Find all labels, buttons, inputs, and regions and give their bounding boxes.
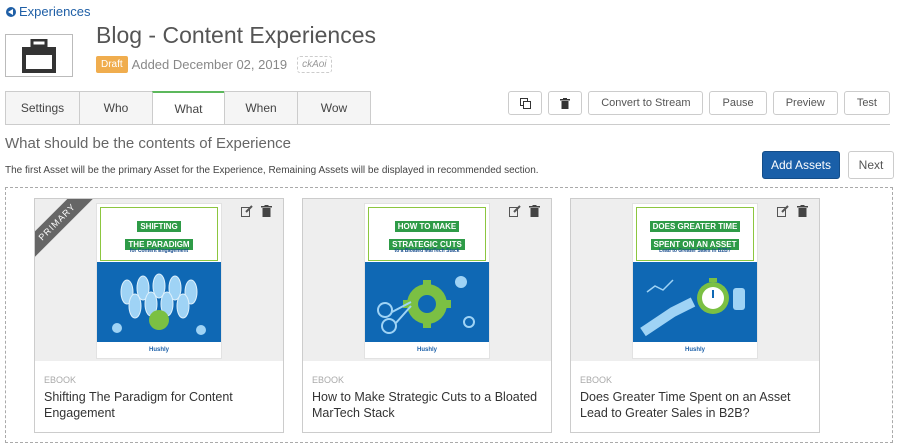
cover-title-line: HOW TO MAKE: [394, 221, 460, 232]
tab-what[interactable]: What: [152, 91, 224, 125]
asset-thumbnail: DOES GREATER TIME SPENT ON AN ASSET Lead…: [571, 199, 819, 361]
cover-title: SHIFTING THE PARADIGM: [97, 216, 221, 252]
asset-thumbnail: PRIMARY SHIFTING THE PARADIGM for Conten…: [35, 199, 283, 361]
preview-button[interactable]: Preview: [772, 91, 838, 115]
asset-title: Shifting The Paradigm for Content Engage…: [44, 390, 233, 420]
ebook-cover: HOW TO MAKE STRATEGIC CUTS to a Bloated …: [364, 203, 490, 359]
asset-card[interactable]: HOW TO MAKE STRATEGIC CUTS to a Bloated …: [302, 198, 552, 433]
status-badge: Draft: [96, 56, 128, 73]
cover-title: HOW TO MAKE STRATEGIC CUTS: [365, 216, 489, 252]
primary-ribbon: PRIMARY: [35, 199, 99, 264]
tab-who[interactable]: Who: [79, 91, 152, 125]
edit-icon[interactable]: [509, 205, 521, 217]
copy-button[interactable]: [508, 91, 543, 115]
card-actions: [777, 205, 809, 217]
bowling-pins-illustration: [112, 273, 206, 335]
cover-logo: Hushly: [684, 347, 705, 353]
asset-thumbnail: HOW TO MAKE STRATEGIC CUTS to a Bloated …: [303, 199, 551, 361]
tab-settings[interactable]: Settings: [5, 91, 79, 125]
added-date: Added December 02, 2019: [131, 57, 288, 72]
back-link-label: Experiences: [19, 4, 91, 19]
section-title: What should be the contents of Experienc…: [5, 135, 292, 152]
cover-subtitle: to a Bloated MarTech Stack: [394, 248, 460, 254]
cover-artwork: [633, 262, 757, 342]
asset-type: EBOOK: [312, 375, 345, 385]
cover-logo: Hushly: [148, 347, 169, 353]
trash-icon[interactable]: [529, 205, 541, 217]
asset-card[interactable]: PRIMARY SHIFTING THE PARADIGM for Conten…: [34, 198, 284, 433]
cover-title-line: SHIFTING: [137, 221, 181, 232]
tab-when[interactable]: When: [224, 91, 297, 125]
briefcase-icon: [22, 38, 56, 73]
convert-to-stream-button[interactable]: Convert to Stream: [588, 91, 704, 115]
edit-icon[interactable]: [241, 205, 253, 217]
pause-button[interactable]: Pause: [709, 91, 767, 115]
copy-icon: [519, 97, 531, 109]
stopwatch-hand-illustration: [640, 278, 745, 337]
test-button[interactable]: Test: [843, 91, 890, 115]
card-actions: [509, 205, 541, 217]
asset-title: Does Greater Time Spent on an Asset Lead…: [580, 390, 791, 420]
asset-type: EBOOK: [44, 375, 77, 385]
cover-subtitle: Lead to Greater Sales in B2B?: [659, 248, 731, 254]
back-to-experiences-link[interactable]: Experiences: [6, 4, 91, 19]
asset-card[interactable]: DOES GREATER TIME SPENT ON AN ASSET Lead…: [570, 198, 820, 433]
tab-wow[interactable]: Wow: [297, 91, 371, 125]
experience-thumbnail: [5, 34, 73, 77]
cover-title: DOES GREATER TIME SPENT ON AN ASSET: [633, 216, 757, 252]
cover-title-line: DOES GREATER TIME: [649, 221, 741, 232]
ebook-cover: SHIFTING THE PARADIGM for Content Engage…: [96, 203, 222, 359]
add-assets-button[interactable]: Add Assets: [762, 151, 840, 179]
cover-artwork: [97, 262, 221, 342]
page-title: Blog - Content Experiences: [96, 22, 376, 48]
asset-title: How to Make Strategic Cuts to a Bloated …: [312, 390, 538, 420]
assets-dropzone[interactable]: PRIMARY SHIFTING THE PARADIGM for Conten…: [5, 187, 893, 443]
delete-button[interactable]: [548, 91, 583, 115]
section-description: The first Asset will be the primary Asse…: [5, 165, 539, 176]
card-actions: [241, 205, 273, 217]
experience-toolbar: Convert to Stream Pause Preview Test: [508, 91, 890, 115]
tab-divider: [5, 124, 890, 125]
arrow-left-circle-icon: [6, 6, 16, 17]
tab-bar: Settings Who What When Wow: [5, 91, 371, 125]
trash-icon: [560, 97, 571, 109]
trash-icon[interactable]: [797, 205, 809, 217]
cover-subtitle: for Content Engagement: [129, 248, 189, 254]
experience-meta: Draft Added December 02, 2019 ckAoi: [96, 56, 332, 73]
gears-scissors-illustration: [377, 276, 475, 334]
ebook-cover: DOES GREATER TIME SPENT ON AN ASSET Lead…: [632, 203, 758, 359]
cover-artwork: [365, 262, 489, 342]
trash-icon[interactable]: [261, 205, 273, 217]
edit-icon[interactable]: [777, 205, 789, 217]
cover-logo: Hushly: [416, 347, 437, 353]
experience-code: ckAoi: [297, 56, 332, 73]
next-button[interactable]: Next: [848, 151, 894, 179]
asset-type: EBOOK: [580, 375, 613, 385]
